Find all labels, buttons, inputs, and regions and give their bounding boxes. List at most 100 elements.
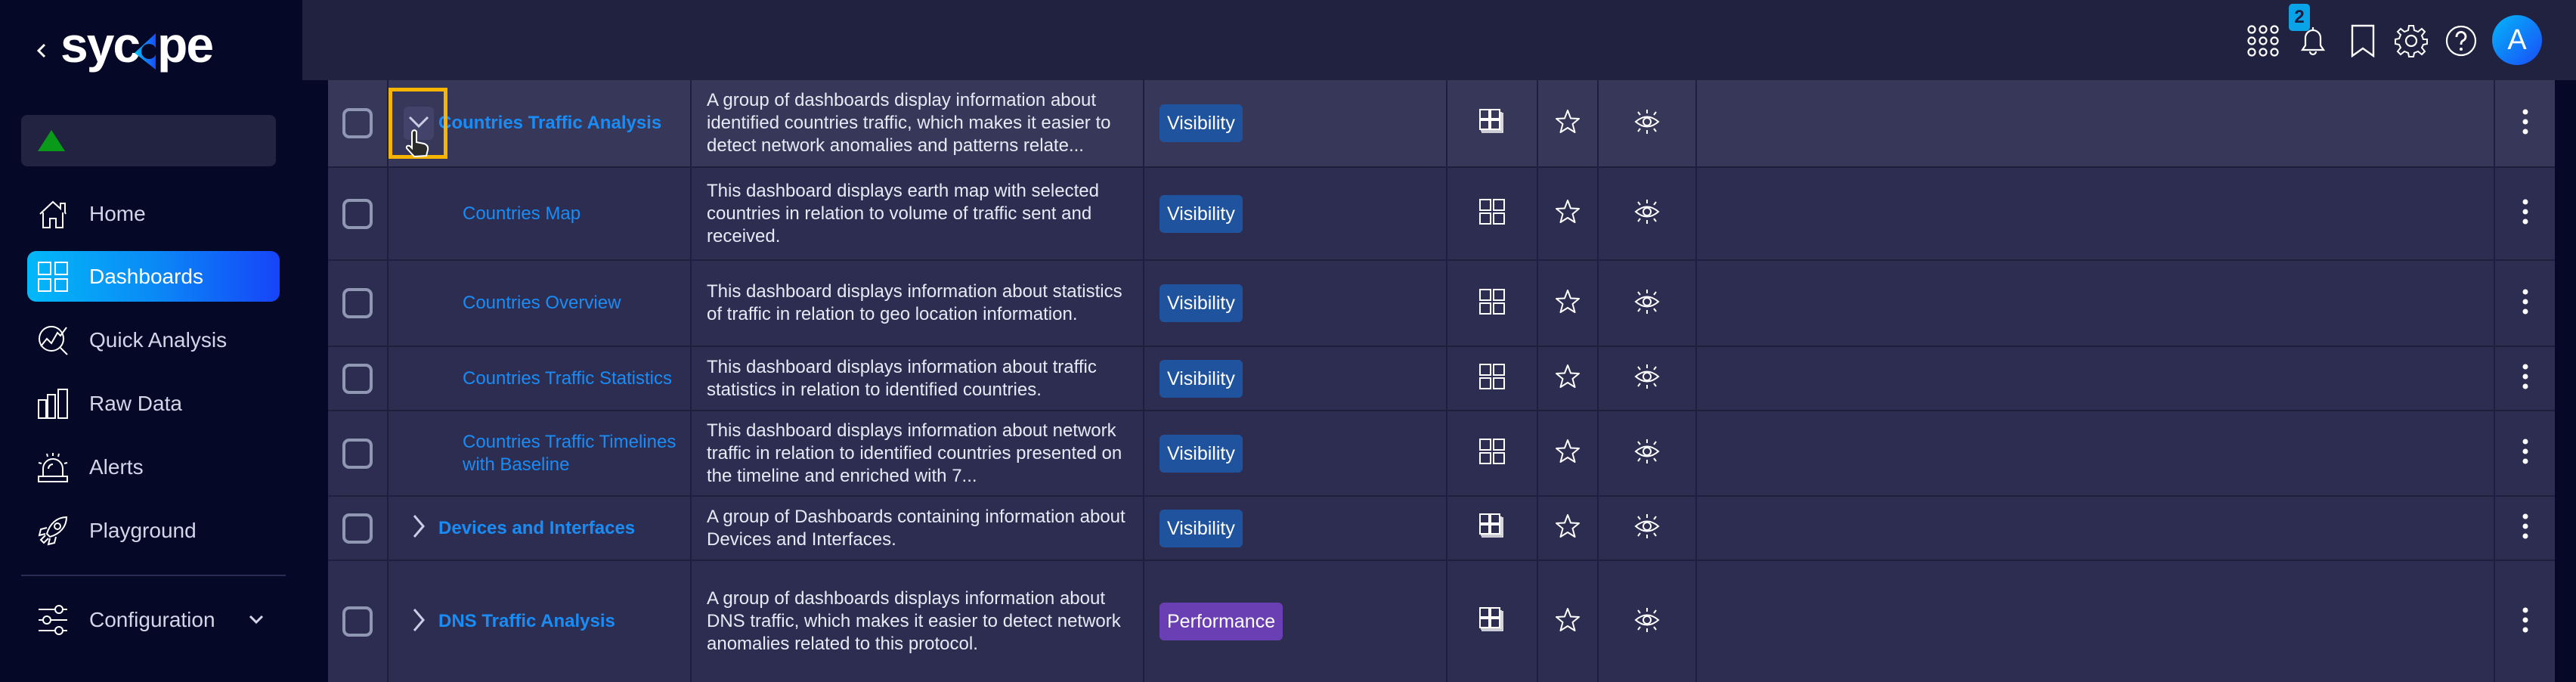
eye-icon[interactable] <box>1634 513 1660 543</box>
home-icon <box>39 200 67 228</box>
eye-icon[interactable] <box>1634 109 1660 138</box>
favorite-cell <box>1538 261 1597 346</box>
favorite-cell <box>1538 347 1597 410</box>
chevron-right-icon <box>411 513 426 543</box>
help-icon[interactable] <box>2444 24 2478 57</box>
quick-analysis-icon <box>39 326 68 355</box>
apps-grid-icon[interactable] <box>2246 24 2280 57</box>
table-row-group[interactable]: Countries Traffic Analysis A group of da… <box>328 80 2555 166</box>
table-row[interactable]: Countries Traffic Statistics This dashbo… <box>328 347 2555 410</box>
collapse-group-button[interactable] <box>404 107 434 140</box>
sidebar-item-home[interactable]: Home <box>27 188 280 239</box>
row-menu-cell <box>2495 497 2555 560</box>
sidebar-item-quick-analysis[interactable]: Quick Analysis <box>27 315 280 365</box>
eye-icon[interactable] <box>1634 439 1660 468</box>
sidebar-item-label: Alerts <box>89 455 144 479</box>
type-cell <box>1447 411 1537 495</box>
sidebar-item-configuration[interactable]: Configuration <box>27 594 280 645</box>
name-cell: Countries Map <box>389 168 690 259</box>
sidebar-item-dashboards[interactable]: Dashboards <box>27 251 280 302</box>
row-menu-cell <box>2495 168 2555 259</box>
table-row-group[interactable]: Devices and Interfaces A group of Dashbo… <box>328 497 2555 560</box>
star-icon[interactable] <box>1555 607 1581 637</box>
empty-cell <box>1697 497 2494 560</box>
table-row[interactable]: Countries Traffic Timelines with Baselin… <box>328 411 2555 495</box>
eye-icon[interactable] <box>1634 607 1660 637</box>
type-cell <box>1447 347 1537 410</box>
row-checkbox[interactable] <box>342 606 373 637</box>
table-row-group[interactable]: DNS Traffic Analysis A group of dashboar… <box>328 561 2555 682</box>
sidebar-item-alerts[interactable]: Alerts <box>27 442 280 492</box>
star-icon[interactable] <box>1555 199 1581 228</box>
row-checkbox[interactable] <box>342 288 373 318</box>
more-options-icon[interactable] <box>2522 363 2529 394</box>
description-cell: This dashboard displays information abou… <box>692 261 1143 346</box>
more-options-icon[interactable] <box>2522 198 2529 229</box>
chevron-left-icon <box>36 43 46 58</box>
dashboard-group-name[interactable]: DNS Traffic Analysis <box>438 611 615 632</box>
select-cell <box>328 347 387 410</box>
table-row[interactable]: Countries Overview This dashboard displa… <box>328 261 2555 346</box>
description-text: This dashboard displays information abou… <box>707 281 1122 324</box>
collapse-sidebar-button[interactable] <box>33 39 50 62</box>
row-checkbox[interactable] <box>342 513 373 544</box>
status-indicator[interactable] <box>21 115 276 166</box>
category-tag: Visibility <box>1160 284 1243 322</box>
table-row[interactable]: Countries Map This dashboard displays ea… <box>328 168 2555 259</box>
rocket-icon <box>38 516 68 546</box>
dashboard-name-link[interactable]: Countries Overview <box>463 292 682 315</box>
dashboard-name-link[interactable]: Countries Map <box>463 203 682 225</box>
chevron-down-icon <box>407 114 430 133</box>
user-avatar[interactable]: A <box>2492 15 2542 65</box>
svg-text:pe: pe <box>157 23 212 73</box>
category-cell: Visibility <box>1144 261 1446 346</box>
dashboard-name-link[interactable]: Countries Traffic Timelines with Baselin… <box>463 431 682 476</box>
more-options-icon[interactable] <box>2522 438 2529 469</box>
dashboard-group-icon <box>1479 606 1505 637</box>
sidebar-item-raw-data[interactable]: Raw Data <box>27 378 280 429</box>
gear-icon[interactable] <box>2395 24 2428 57</box>
star-icon[interactable] <box>1555 439 1581 468</box>
dashboard-group-icon <box>1479 108 1505 138</box>
star-icon[interactable] <box>1555 513 1581 543</box>
expand-group-button[interactable] <box>404 512 434 545</box>
description-cell: This dashboard displays information abou… <box>692 411 1143 495</box>
row-checkbox[interactable] <box>342 108 373 138</box>
select-cell <box>328 261 387 346</box>
eye-icon[interactable] <box>1634 199 1660 228</box>
dashboard-group-name[interactable]: Devices and Interfaces <box>438 518 635 539</box>
row-checkbox[interactable] <box>342 438 373 469</box>
green-triangle-icon <box>38 130 65 151</box>
star-icon[interactable] <box>1555 364 1581 393</box>
dashboard-group-name[interactable]: Countries Traffic Analysis <box>438 113 661 134</box>
dashboard-group-icon <box>1479 513 1505 543</box>
more-options-icon[interactable] <box>2522 513 2529 544</box>
expand-group-button[interactable] <box>404 605 434 638</box>
select-cell <box>328 168 387 259</box>
dashboard-name-link[interactable]: Countries Traffic Statistics <box>463 367 682 390</box>
empty-cell <box>1697 80 2494 166</box>
chevron-right-icon <box>411 607 426 637</box>
name-cell: DNS Traffic Analysis <box>389 561 690 682</box>
more-options-icon[interactable] <box>2522 108 2529 139</box>
eye-icon[interactable] <box>1634 289 1660 318</box>
favorite-cell <box>1538 80 1597 166</box>
eye-icon[interactable] <box>1634 364 1660 393</box>
visibility-cell <box>1599 561 1695 682</box>
description-text: A group of dashboards displays informati… <box>707 588 1121 654</box>
more-options-icon[interactable] <box>2522 288 2529 319</box>
type-cell <box>1447 561 1537 682</box>
type-cell <box>1447 80 1537 166</box>
dashboard-icon <box>1479 364 1505 393</box>
row-checkbox[interactable] <box>342 198 373 229</box>
row-checkbox[interactable] <box>342 363 373 394</box>
category-tag: Visibility <box>1160 104 1243 142</box>
bookmark-icon[interactable] <box>2346 24 2379 57</box>
star-icon[interactable] <box>1555 289 1581 318</box>
more-options-icon[interactable] <box>2522 606 2529 637</box>
category-cell: Visibility <box>1144 80 1446 166</box>
star-icon[interactable] <box>1555 109 1581 138</box>
empty-cell <box>1697 347 2494 410</box>
sidebar-item-playground[interactable]: Playground <box>27 505 280 556</box>
sidebar-divider <box>21 575 286 576</box>
